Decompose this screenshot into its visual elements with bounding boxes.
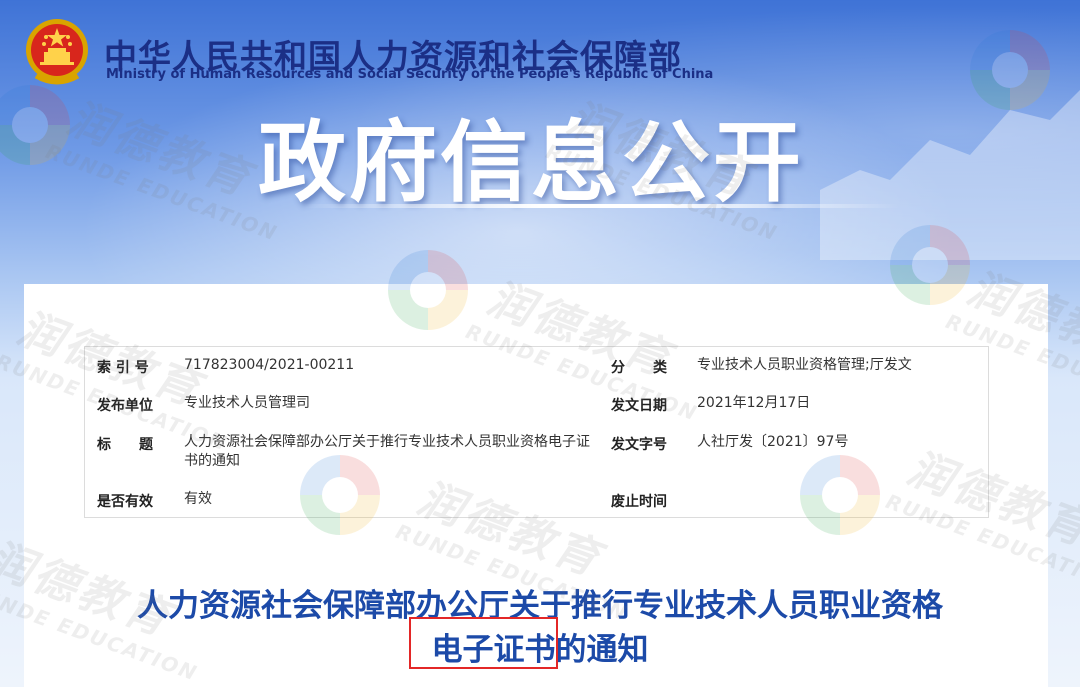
date-value: 2021年12月17日 (697, 395, 811, 411)
document-meta-table: 索 引 号 717823004/2021-00211 分 类 专业技术人员职业资… (84, 346, 989, 518)
issuer-label: 发布单位 (97, 398, 153, 414)
ministry-name-en: Ministry of Human Resources and Social S… (106, 67, 714, 82)
great-wall-illustration (820, 90, 1080, 260)
document-title-rest: 的通知 (555, 632, 649, 668)
banner-title: 政府信息公开 (258, 111, 805, 214)
banner-underline (300, 204, 900, 208)
abolish-date-label: 废止时间 (611, 494, 667, 510)
docno-label: 发文字号 (611, 437, 667, 453)
index-value: 717823004/2021-00211 (184, 357, 355, 373)
index-label: 索 引 号 (97, 360, 149, 376)
date-label: 发文日期 (611, 398, 667, 414)
validity-value: 有效 (184, 491, 212, 507)
docno-value: 人社厅发〔2021〕97号 (697, 434, 849, 450)
title-label: 标 题 (97, 437, 153, 453)
national-emblem-icon (26, 19, 88, 85)
validity-label: 是否有效 (97, 494, 153, 510)
highlight-box (409, 617, 558, 669)
title-value: 人力资源社会保障部办公厅关于推行专业技术人员职业资格电子证书的通知 (184, 434, 590, 469)
category-value: 专业技术人员职业资格管理;厅发文 (697, 357, 912, 373)
category-label: 分 类 (611, 360, 667, 376)
issuer-value: 专业技术人员管理司 (184, 395, 310, 411)
